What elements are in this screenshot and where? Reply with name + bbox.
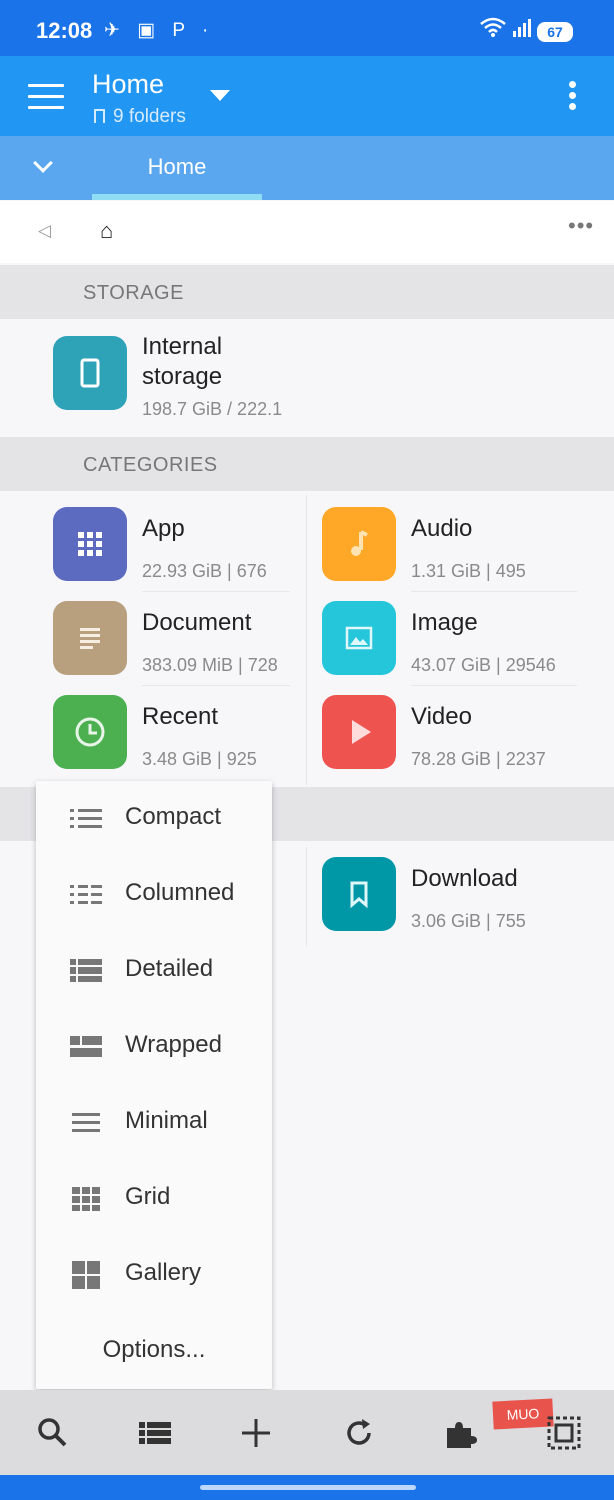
view-list-icon[interactable] xyxy=(136,1414,174,1452)
menu-item-compact[interactable]: Compact xyxy=(36,781,272,857)
bookmark-icon xyxy=(94,109,105,123)
page-title[interactable]: Home xyxy=(92,69,164,100)
image-icon xyxy=(322,601,396,675)
category-info: 3.48 GiB | 925 xyxy=(142,749,257,769)
select-icon[interactable] xyxy=(545,1414,583,1452)
add-icon[interactable] xyxy=(237,1414,275,1452)
category-name: Image xyxy=(411,609,478,636)
category-name: Recent xyxy=(142,703,219,730)
navigation-bar xyxy=(0,1475,614,1500)
tab-home[interactable]: Home xyxy=(92,136,262,200)
wrapped-icon xyxy=(70,1036,102,1057)
breadcrumb: ◁ ⌂ ••• xyxy=(0,201,614,263)
column-divider xyxy=(306,847,307,947)
menu-item-gallery[interactable]: Gallery xyxy=(36,1237,272,1313)
category-info: 1.31 GiB | 495 xyxy=(411,561,526,581)
menu-item-label: Detailed xyxy=(125,955,214,982)
menu-item-label: Minimal xyxy=(125,1107,208,1134)
category-info: 22.93 GiB | 676 xyxy=(142,561,267,581)
menu-item-label: Compact xyxy=(125,803,222,830)
menu-icon[interactable] xyxy=(28,84,64,110)
storage-usage: 198.7 GiB / 222.1 xyxy=(142,399,283,419)
search-icon[interactable] xyxy=(34,1414,72,1452)
status-time: 12:08 xyxy=(36,18,93,43)
menu-item-label: Wrapped xyxy=(125,1031,222,1058)
play-icon xyxy=(322,695,396,769)
section-header-storage: STORAGE xyxy=(0,265,614,319)
category-info: 43.07 GiB | 29546 xyxy=(411,655,556,675)
category-info: 383.09 MiB | 728 xyxy=(142,655,278,675)
column-divider xyxy=(306,495,307,785)
refresh-icon[interactable] xyxy=(340,1414,378,1452)
tablet-icon xyxy=(53,336,127,410)
home-icon[interactable]: ⌂ xyxy=(100,218,113,244)
more-horiz-icon[interactable]: ••• xyxy=(568,213,594,239)
menu-item-options[interactable]: Options... xyxy=(36,1336,272,1364)
app-bar: Home 9 folders xyxy=(0,56,614,136)
status-bar: 12:08 ✈ ▣ P · 67 xyxy=(0,0,614,56)
tab-bar: Home xyxy=(0,136,614,200)
notification-icons: ✈ ▣ P · xyxy=(104,20,215,41)
signal-icon xyxy=(512,18,532,43)
section-header-categories: CATEGORIES xyxy=(0,437,614,491)
row-divider xyxy=(142,685,290,686)
more-vert-icon[interactable] xyxy=(569,81,577,114)
menu-item-label: Gallery xyxy=(125,1259,202,1286)
grid-view-icon xyxy=(72,1187,100,1211)
category-name: Audio xyxy=(411,515,473,542)
columned-list-icon xyxy=(70,885,102,904)
battery-indicator: 67 xyxy=(537,22,573,42)
view-mode-menu: Compact Columned Detailed Wrapped Minima… xyxy=(36,781,272,1389)
back-arrow-icon[interactable]: ◁ xyxy=(38,221,51,241)
storage-name-line1: Internal xyxy=(142,333,223,360)
wifi-icon xyxy=(480,17,506,43)
bookmark-info: 3.06 GiB | 755 xyxy=(411,911,526,931)
row-divider xyxy=(411,685,577,686)
storage-name-line2: storage xyxy=(142,363,223,390)
bookmark-icon xyxy=(322,857,396,931)
chevron-down-icon[interactable] xyxy=(210,90,230,101)
music-note-icon xyxy=(322,507,396,581)
category-name: Video xyxy=(411,703,472,730)
plugin-icon[interactable] xyxy=(441,1414,479,1452)
menu-item-label: Grid xyxy=(125,1183,171,1210)
category-info: 78.28 GiB | 2237 xyxy=(411,749,546,769)
menu-item-minimal[interactable]: Minimal xyxy=(36,1085,272,1161)
detailed-list-icon xyxy=(70,959,102,982)
storage-item[interactable]: Internal storage 198.7 GiB / 222.1 xyxy=(0,319,614,435)
clock-icon xyxy=(53,695,127,769)
bookmark-name: Download xyxy=(411,865,518,892)
document-icon xyxy=(53,601,127,675)
menu-item-detailed[interactable]: Detailed xyxy=(36,933,272,1009)
menu-item-grid[interactable]: Grid xyxy=(36,1161,272,1237)
row-divider xyxy=(142,591,290,592)
grid-icon xyxy=(53,507,127,581)
gallery-icon xyxy=(72,1261,100,1289)
home-gesture-pill[interactable] xyxy=(200,1485,416,1490)
compact-list-icon xyxy=(70,809,102,828)
expand-tabs-icon[interactable] xyxy=(33,153,53,173)
menu-item-columned[interactable]: Columned xyxy=(36,857,272,933)
minimal-list-icon xyxy=(72,1113,100,1132)
bottom-toolbar: MUO xyxy=(0,1390,614,1475)
category-name: App xyxy=(142,515,185,542)
folder-count: 9 folders xyxy=(94,106,186,128)
tab-indicator xyxy=(92,194,262,200)
menu-item-label: Columned xyxy=(125,879,235,906)
row-divider xyxy=(411,591,577,592)
menu-item-wrapped[interactable]: Wrapped xyxy=(36,1009,272,1085)
category-name: Document xyxy=(142,609,252,636)
